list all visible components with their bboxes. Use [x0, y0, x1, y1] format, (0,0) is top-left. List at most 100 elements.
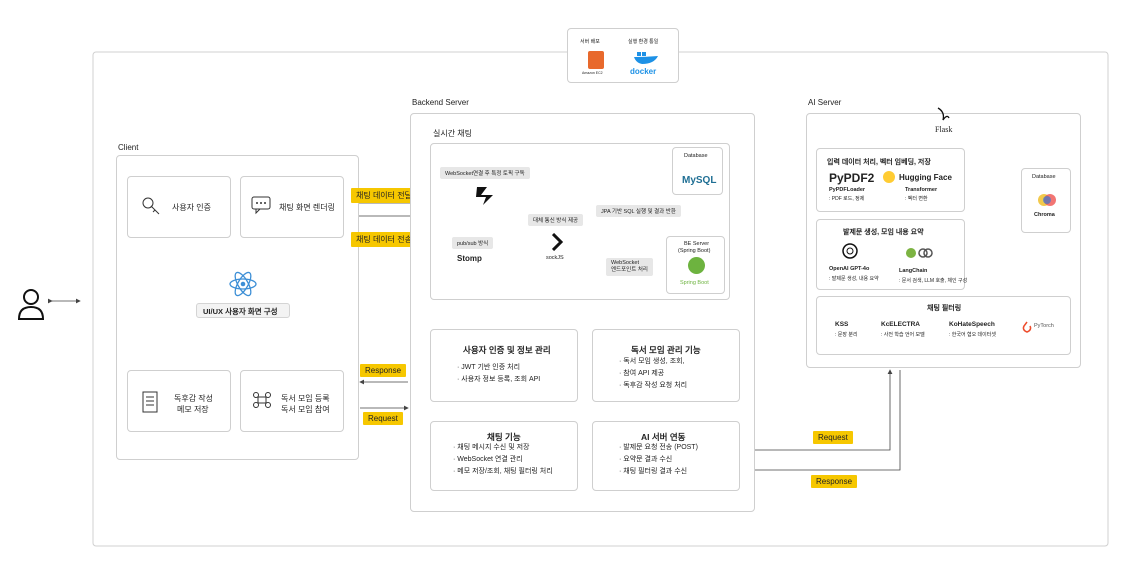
chroma-box: Database Chroma: [1021, 168, 1071, 233]
review-line-2: 메모 저장: [177, 405, 209, 414]
pubsub-pill: pub/sub 방식: [452, 237, 494, 249]
ui-label: UI/UX 사용자 화면 구성: [203, 307, 278, 316]
socket-io-icon: [473, 183, 497, 207]
ai-card: AI 서버 연동 발제문 요청 전송 (POST) 요약문 결과 수신 채팅 필…: [592, 421, 740, 491]
ai-card-item: 채팅 필터링 결과 수신: [619, 466, 698, 478]
sockjs-icon: [551, 232, 564, 252]
auth-box: 사용자 인증: [127, 176, 231, 238]
gen-title: 발제문 생성, 모임 내용 요약: [843, 229, 924, 236]
gen-box: 발제문 생성, 모임 내용 요약 OpenAI GPT-4o : 발제문 생성,…: [816, 219, 968, 290]
auth-card-item: JWT 기반 인증 처리: [457, 362, 540, 374]
pypdf-loader-label: PyPDFLoader: [829, 187, 866, 193]
ws-endpoint-line-1: WebSocket: [611, 260, 640, 266]
embed-box: 입력 데이터 처리, 벡터 임베딩, 저장 PyPDF2 Hugging Fac…: [816, 148, 965, 212]
env-label: 실행 환경 통일: [628, 39, 659, 45]
auth-label: 사용자 인증: [172, 203, 212, 212]
kohate-label: KoHateSpeech: [949, 321, 995, 328]
filter-title: 채팅 필터링: [927, 305, 962, 312]
flask-icon: [935, 106, 951, 122]
meeting-line-2: 독서 모임 참여: [281, 405, 330, 414]
chat-send-tag: 채팅 데이터 전달: [351, 188, 417, 203]
group-icon: [251, 391, 273, 411]
chat-card-item: 메모 저장/조회, 채팅 필터링 처리: [453, 466, 552, 478]
auth-card-item: 사용자 정보 등록, 조회 API: [457, 374, 540, 386]
realtime-title: 실시간 채팅: [433, 129, 473, 138]
hugging-face-icon: [883, 171, 895, 183]
meeting-card: 독서 모임 관리 기능 독서 모임 생성, 조회, 참여 API 제공 독후감 …: [592, 329, 740, 402]
aws-ec2-text: Amazon EC2: [582, 71, 603, 75]
spring-boot-label: Spring Boot: [680, 280, 709, 286]
meeting-card-list: 독서 모임 생성, 조회, 참여 API 제공 독후감 작성 요청 처리: [619, 356, 687, 392]
react-icon: [229, 270, 257, 298]
ws-endpoint-line-2: 엔드포인트 처리: [611, 267, 648, 273]
mysql-box: Database MySQL: [672, 147, 723, 195]
meeting-card-item: 참여 API 제공: [619, 368, 687, 380]
chroma-database-label: Database: [1032, 174, 1056, 180]
mysql-logo: MySQL: [682, 175, 717, 186]
filter-box: 채팅 필터링 KSS : 문장 분리 KcELECTRA : 사전 학습 언어 …: [816, 296, 1071, 355]
kss-label: KSS: [835, 321, 849, 328]
ws-endpoint-pill: WebSocket 엔드포인트 처리: [606, 258, 653, 276]
key-icon: [142, 197, 160, 217]
be-server-box: BE Server (Spring Boot) Spring Boot: [666, 236, 725, 294]
meeting-card-item: 독후감 작성 요청 처리: [619, 380, 687, 392]
document-icon: [142, 391, 158, 413]
embed-title: 입력 데이터 처리, 벡터 임베딩, 저장: [827, 159, 931, 166]
be-server-line-2: (Spring Boot): [678, 248, 711, 254]
stomp-label: Stomp: [457, 254, 482, 263]
chat-transfer-tag: 채팅 데이터 전송: [351, 232, 417, 247]
response-tag: Response: [360, 364, 407, 377]
chat-card-list: 채팅 메시지 수신 및 저장 WebSocket 연결 관리 메모 저장/조회,…: [453, 442, 553, 478]
auth-card: 사용자 인증 및 정보 관리 JWT 기반 인증 처리 사용자 정보 등록, 조…: [430, 329, 578, 402]
auth-card-title: 사용자 인증 및 정보 관리: [463, 345, 551, 355]
openai-label: OpenAI GPT-4o: [829, 266, 870, 272]
openai-icon: [841, 242, 859, 260]
person-icon: [16, 288, 46, 322]
chat-render-box: 채팅 화면 렌더링: [240, 176, 344, 238]
pytorch-label: PyTorch: [1034, 323, 1054, 329]
ai-card-item: 발제문 요청 전송 (POST): [619, 442, 698, 454]
openai-desc: : 발제문 생성, 내용 요약: [829, 276, 879, 282]
pypdf-logo: PyPDF2: [829, 171, 875, 185]
chroma-label: Chroma: [1034, 212, 1055, 218]
client-title: Client: [118, 143, 139, 152]
transformer-label: Transformer: [905, 187, 938, 193]
mysql-database-label: Database: [684, 153, 708, 159]
langchain-desc: : 문서 검색, LLM 호출, 체인 구성: [899, 278, 968, 284]
langchain-label: LangChain: [899, 268, 928, 274]
deploy-box: 서버 배포 실행 환경 통일 Amazon EC2 docker: [567, 28, 679, 83]
ai-title: AI Server: [808, 98, 842, 107]
ai-response-tag: Response: [811, 475, 858, 488]
server-deploy-label: 서버 배포: [580, 39, 600, 45]
ws-topic-pill: WebSocket연결 후 특정 토픽 구독: [440, 167, 530, 179]
kcelectra-label: KcELECTRA: [881, 321, 921, 328]
meeting-box: 독서 모임 등록 독서 모임 참여: [240, 370, 344, 432]
ai-request-tag: Request: [813, 431, 853, 444]
chat-card-item: WebSocket 연결 관리: [453, 454, 553, 466]
aws-ec2-icon: [588, 51, 604, 69]
kss-desc: : 문장 분리: [835, 332, 858, 338]
pypdf-desc: : PDF 로드, 정제: [829, 196, 865, 202]
request-tag: Request: [363, 412, 403, 425]
ui-label-box: UI/UX 사용자 화면 구성: [196, 303, 290, 318]
kohate-desc: : 한국어 혐오 데이터셋: [949, 332, 996, 338]
chat-render-label: 채팅 화면 렌더링: [279, 203, 335, 212]
docker-text: docker: [630, 67, 657, 76]
meeting-card-title: 독서 모임 관리 기능: [631, 345, 701, 355]
meeting-card-item: 독서 모임 생성, 조회,: [619, 356, 687, 368]
flask-label: Flask: [935, 125, 953, 134]
langchain-icon: [905, 244, 933, 260]
pytorch-icon: [1022, 320, 1032, 333]
be-server-line-1: BE Server: [684, 241, 710, 247]
ai-card-item: 요약문 결과 수신: [619, 454, 698, 466]
kcelectra-desc: : 사전 학습 언어 모델: [881, 332, 925, 338]
jpa-pill: JPA 기반 SQL 실행 및 결과 반환: [596, 205, 681, 217]
docker-icon: [634, 47, 658, 64]
auth-card-list: JWT 기반 인증 처리 사용자 정보 등록, 조회 API: [457, 362, 540, 386]
review-box: 독후감 작성 메모 저장: [127, 370, 231, 432]
chat-bubble-icon: [251, 195, 271, 215]
chroma-icon: [1037, 193, 1057, 207]
spring-boot-icon: [688, 257, 705, 274]
review-line-1: 독후감 작성: [174, 394, 214, 403]
hugging-face-label: Hugging Face: [899, 173, 952, 182]
